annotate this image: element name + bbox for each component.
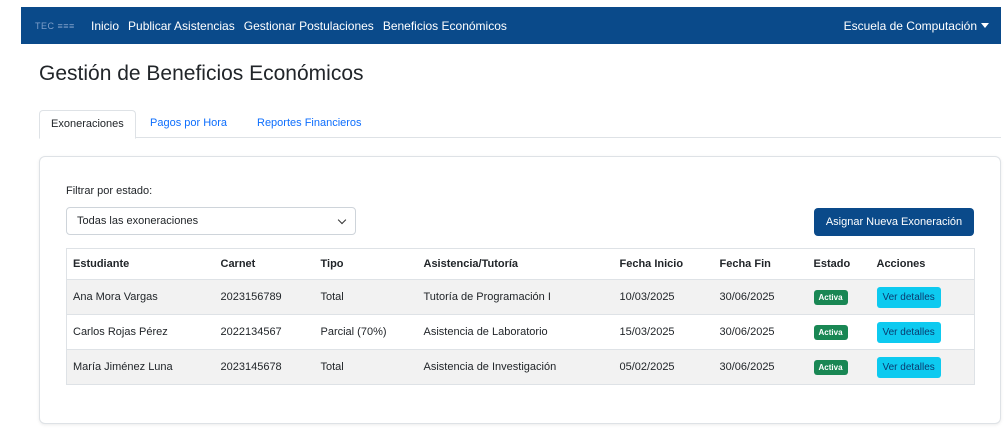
nav-link-publicar-asistencias[interactable]: Publicar Asistencias (128, 19, 235, 33)
status-badge: Activa (813, 289, 848, 305)
column-header-type: Tipo (314, 248, 418, 280)
column-header-status: Estado (807, 248, 871, 280)
cell-student: Carlos Rojas Pérez (66, 314, 215, 350)
page-title: Gestión de Beneficios Económicos (39, 62, 364, 85)
column-header-student: Estudiante (66, 248, 215, 280)
column-header-start-date: Fecha Inicio (613, 248, 714, 280)
assign-exoneration-button[interactable]: Asignar Nueva Exoneración (814, 208, 974, 236)
cell-start-date: 10/03/2025 (613, 279, 714, 315)
status-badge: Activa (813, 359, 848, 375)
cell-start-date: 15/03/2025 (613, 314, 714, 350)
cell-student: Ana Mora Vargas (66, 279, 215, 315)
status-badge: Activa (813, 324, 848, 340)
cell-assistance: Asistencia de Laboratorio (417, 314, 614, 350)
tab-bar: Exoneraciones Pagos por Hora Reportes Fi… (39, 110, 1001, 139)
cell-status: Activa (807, 314, 871, 350)
cell-end-date: 30/06/2025 (713, 314, 808, 350)
column-header-end-date: Fecha Fin (713, 248, 808, 280)
status-filter-select[interactable]: Todas las exoneraciones (66, 207, 356, 235)
tab-pagos-por-hora[interactable]: Pagos por Hora (150, 110, 227, 138)
tab-reportes-financieros[interactable]: Reportes Financieros (257, 110, 362, 138)
user-menu[interactable]: Escuela de Computación (844, 19, 989, 33)
tab-exoneraciones[interactable]: Exoneraciones (39, 110, 136, 139)
table-header-row: Estudiante Carnet Tipo Asistencia/Tutorí… (66, 248, 975, 280)
table-row: María Jiménez Luna 2023145678 Total Asis… (66, 349, 975, 385)
view-details-button[interactable]: Ver detalles (876, 321, 941, 343)
cell-actions: Ver detalles (870, 314, 975, 350)
cell-start-date: 05/02/2025 (613, 349, 714, 385)
cell-carnet: 2022134567 (214, 314, 315, 350)
cell-type: Total (314, 349, 418, 385)
cell-type: Total (314, 279, 418, 315)
nav-link-gestionar-postulaciones[interactable]: Gestionar Postulaciones (244, 19, 374, 33)
user-menu-label: Escuela de Computación (843, 18, 977, 33)
cell-assistance: Asistencia de Investigación (417, 349, 614, 385)
caret-down-icon (981, 23, 989, 28)
chevron-down-icon (337, 215, 347, 225)
filter-label: Filtrar por estado: (66, 185, 153, 197)
exonerations-table: Estudiante Carnet Tipo Asistencia/Tutorí… (66, 248, 975, 385)
cell-end-date: 30/06/2025 (713, 279, 808, 315)
cell-end-date: 30/06/2025 (713, 349, 808, 385)
cell-actions: Ver detalles (870, 279, 975, 315)
cell-student: María Jiménez Luna (66, 349, 215, 385)
nav-links: Inicio Publicar Asistencias Gestionar Po… (91, 19, 516, 33)
cell-assistance: Tutoría de Programación I (417, 279, 614, 315)
cell-status: Activa (807, 279, 871, 315)
cell-status: Activa (807, 349, 871, 385)
nav-link-beneficios-economicos[interactable]: Beneficios Económicos (383, 19, 507, 33)
cell-carnet: 2023145678 (214, 349, 315, 385)
column-header-carnet: Carnet (214, 248, 315, 280)
table-row: Ana Mora Vargas 2023156789 Total Tutoría… (66, 279, 975, 315)
nav-link-inicio[interactable]: Inicio (91, 19, 119, 33)
top-navbar: TEC ≡≡≡ Inicio Publicar Asistencias Gest… (21, 7, 1001, 44)
table-row: Carlos Rojas Pérez 2022134567 Parcial (7… (66, 314, 975, 350)
cell-carnet: 2023156789 (214, 279, 315, 315)
brand-logo[interactable]: TEC ≡≡≡ (35, 21, 91, 31)
column-header-actions: Acciones (870, 248, 975, 280)
column-header-assistance: Asistencia/Tutoría (417, 248, 614, 280)
view-details-button[interactable]: Ver detalles (876, 356, 941, 378)
cell-type: Parcial (70%) (314, 314, 418, 350)
status-filter-value: Todas las exoneraciones (77, 215, 199, 227)
cell-actions: Ver detalles (870, 349, 975, 385)
view-details-button[interactable]: Ver detalles (876, 286, 941, 308)
